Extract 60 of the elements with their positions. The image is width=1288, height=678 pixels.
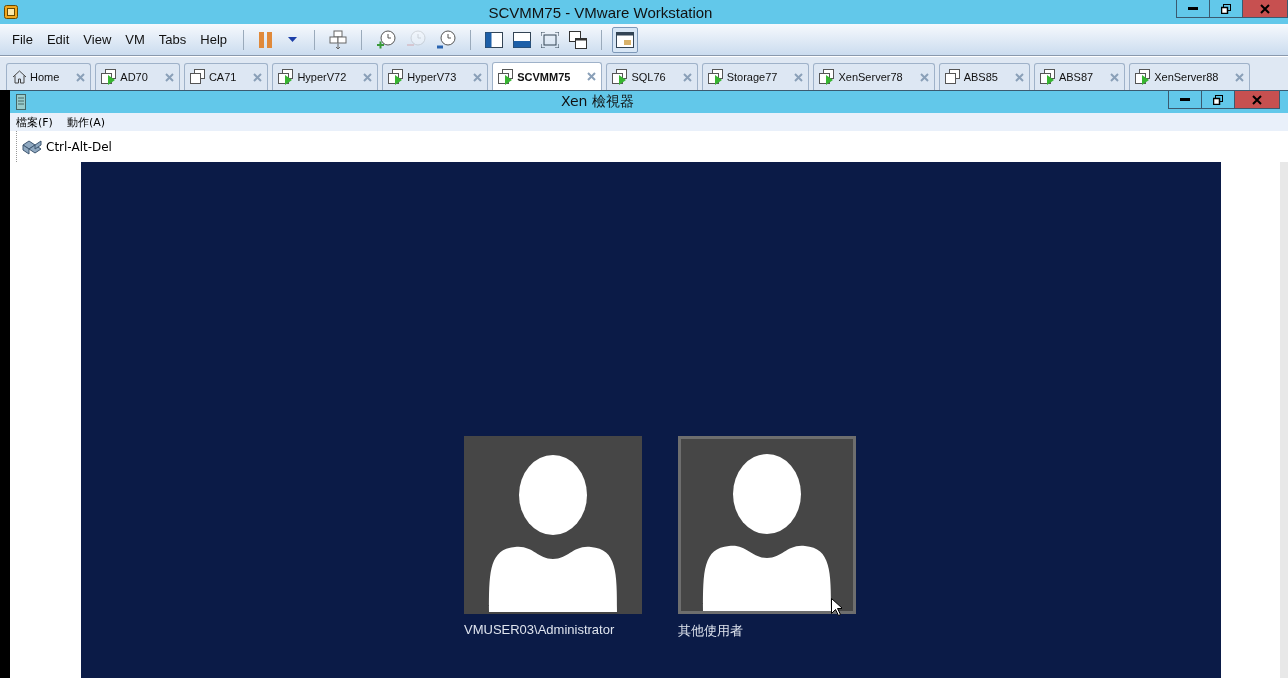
vm-running-icon (101, 69, 118, 85)
clock-wrench-icon[interactable] (436, 29, 457, 50)
vm-running-icon (819, 69, 836, 85)
fullscreen-icon[interactable] (541, 31, 560, 48)
tab[interactable]: XenServer88 (1129, 63, 1251, 90)
console-view-button[interactable] (612, 26, 639, 53)
menu-item[interactable]: Help (194, 32, 234, 47)
vm-icon (944, 69, 961, 85)
tab[interactable]: HyperV73 (382, 63, 489, 90)
tab[interactable]: CA71 (183, 63, 269, 90)
tab[interactable]: HyperV72 (272, 63, 379, 90)
app-icon (4, 5, 18, 19)
server-icon (16, 94, 26, 110)
ctrl-alt-del-button[interactable]: Ctrl-Alt-Del (21, 136, 112, 157)
close-tab-icon[interactable] (587, 72, 597, 81)
vm-running-icon (707, 69, 724, 85)
user-name: 其他使用者 (678, 622, 744, 640)
clock-plus-icon[interactable] (376, 29, 397, 50)
bottom-panel-icon[interactable] (513, 31, 532, 48)
vm-running-icon (498, 68, 515, 85)
pause-icon[interactable] (259, 31, 274, 48)
vm-running-icon (612, 69, 629, 85)
close-icon[interactable] (1252, 94, 1262, 105)
caret-icon[interactable] (287, 37, 297, 42)
tab[interactable]: Storage77 (701, 63, 810, 90)
menu-item[interactable]: View (77, 32, 118, 47)
vm-running-icon (1135, 69, 1152, 85)
menu-item[interactable]: 檔案(F) (16, 114, 53, 130)
minimize-button[interactable] (1176, 0, 1210, 18)
user-name: VMUSER03\Administrator (464, 622, 616, 637)
vm-running-icon (278, 69, 295, 85)
vm-running-icon (1039, 69, 1056, 85)
vm-running-icon (388, 69, 405, 85)
tab[interactable]: ABS85 (938, 63, 1030, 90)
restore-icon[interactable] (1213, 94, 1223, 105)
tab[interactable]: ABS87 (1033, 63, 1126, 90)
close-button[interactable] (1242, 0, 1288, 18)
windows-icon[interactable] (569, 30, 588, 49)
menu-item[interactable]: Tabs (152, 32, 193, 47)
tab[interactable]: SCVMM75 (492, 62, 603, 90)
menu-item[interactable]: Edit (40, 32, 76, 47)
user-tile[interactable] (678, 436, 856, 614)
user-tile[interactable] (464, 436, 642, 614)
sidebar-icon[interactable] (485, 31, 504, 48)
close-button[interactable] (1234, 91, 1280, 109)
minimize-button[interactable] (1168, 91, 1202, 109)
home-icon (12, 70, 27, 84)
tab[interactable]: Home (6, 63, 92, 90)
restore-icon[interactable] (1221, 3, 1231, 14)
vm-icon (189, 69, 206, 85)
mouse-cursor-icon (831, 598, 842, 616)
menu-item[interactable]: 動作(A) (66, 114, 106, 130)
tab[interactable]: XenServer78 (813, 63, 935, 90)
window-title: Xen 檢視器 (560, 93, 635, 111)
close-icon[interactable] (1260, 3, 1270, 14)
tab[interactable]: AD70 (95, 63, 180, 90)
menu-item[interactable]: File (6, 32, 39, 47)
menu-item[interactable]: VM (119, 32, 151, 47)
tab[interactable]: SQL76 (606, 63, 698, 90)
window-title: SCVMM75 - VMware Workstation (487, 3, 714, 21)
